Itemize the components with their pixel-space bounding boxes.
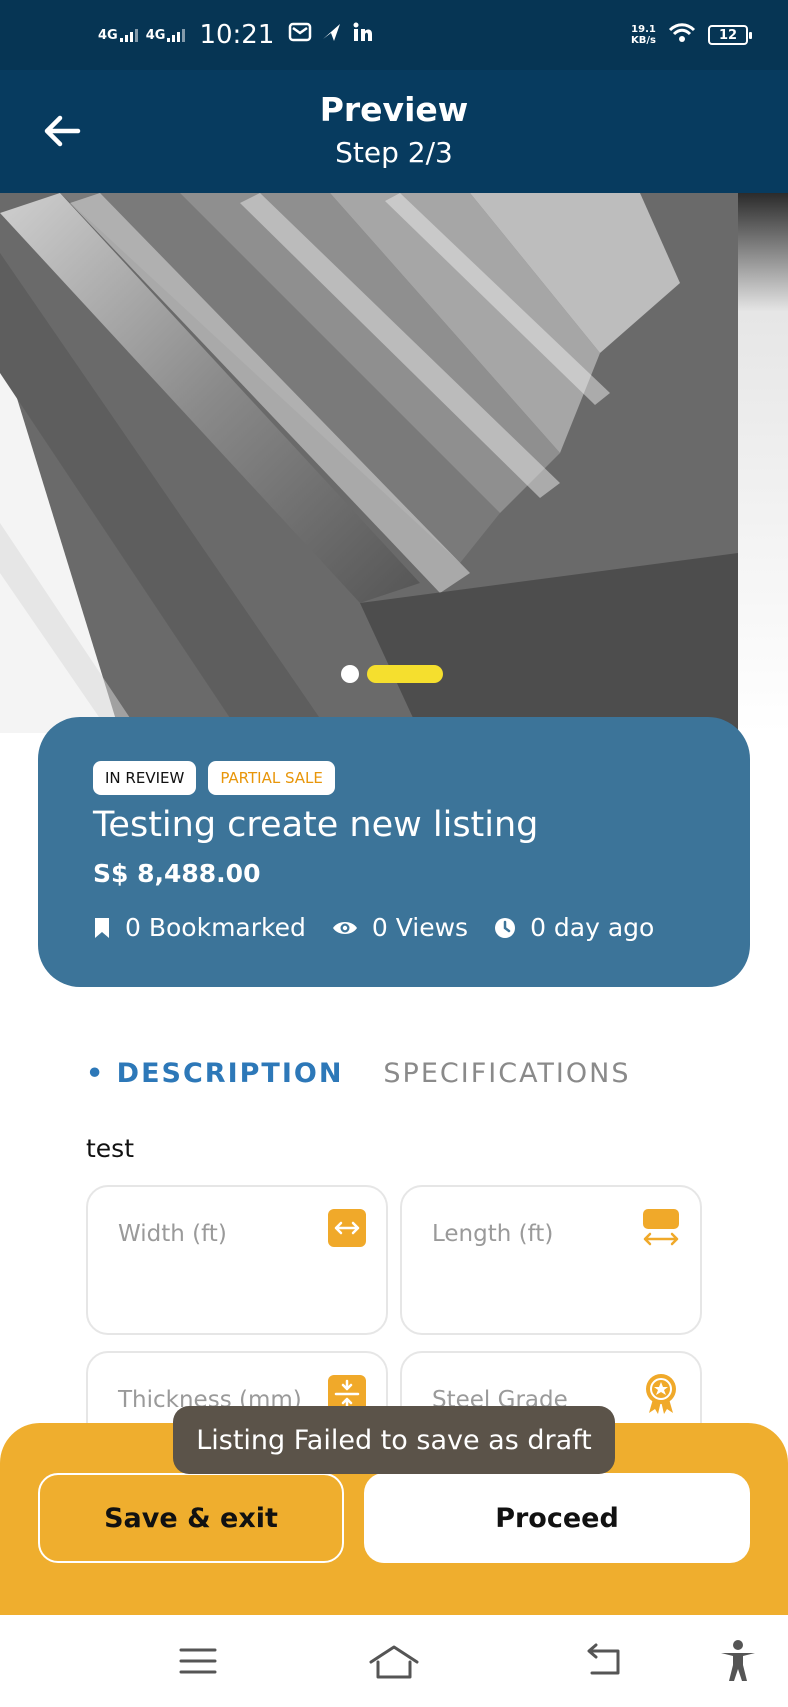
menu-nav-button[interactable] xyxy=(168,1635,228,1687)
carousel-dot-active[interactable] xyxy=(367,665,443,683)
save-exit-button[interactable]: Save & exit xyxy=(38,1473,344,1563)
error-toast: Listing Failed to save as draft xyxy=(173,1406,615,1474)
listing-summary-card: IN REVIEW PARTIAL SALE Testing create ne… xyxy=(38,717,750,987)
next-photo-preview[interactable] xyxy=(738,193,788,733)
net-speed-unit: KB/s xyxy=(631,35,656,46)
net-speed-value: 19.1 xyxy=(631,24,656,35)
carousel-dot[interactable] xyxy=(341,665,359,683)
accessibility-nav-button[interactable] xyxy=(708,1635,768,1687)
back-nav-button[interactable] xyxy=(572,1635,632,1687)
proceed-button[interactable]: Proceed xyxy=(364,1473,750,1563)
listing-title: Testing create new listing xyxy=(93,805,539,845)
wifi-icon xyxy=(668,22,696,48)
listing-price: S$ 8,488.00 xyxy=(93,859,261,888)
carousel-indicator xyxy=(341,665,443,683)
award-badge-icon xyxy=(640,1373,682,1415)
page-title: Preview xyxy=(319,90,469,129)
bookmark-icon xyxy=(95,917,109,938)
signal-icon: 4G xyxy=(98,28,138,43)
network-type-label: 4G xyxy=(145,27,166,43)
length-spec[interactable]: Length (ft) xyxy=(400,1185,702,1335)
menu-icon xyxy=(179,1648,217,1674)
status-right: 19.1 KB/s 12 xyxy=(631,0,752,70)
step-indicator: Step 2/3 xyxy=(335,136,453,169)
battery-icon: 12 xyxy=(708,25,752,45)
description-text: test xyxy=(86,1134,135,1163)
width-arrows-icon xyxy=(326,1207,368,1249)
signal-icon: 4G xyxy=(146,28,186,43)
listing-age: 0 day ago xyxy=(530,913,655,942)
views-count: 0 Views xyxy=(371,913,469,942)
detail-tabs: • DESCRIPTION SPECIFICATIONS xyxy=(86,1058,630,1089)
app-bar: Preview Step 2/3 xyxy=(0,70,788,193)
send-icon xyxy=(320,21,344,49)
bookmark-stat: 0 Bookmarked xyxy=(93,913,306,942)
linkedin-icon xyxy=(352,21,374,49)
age-stat: 0 day ago xyxy=(494,913,654,942)
eye-icon xyxy=(332,921,357,934)
home-nav-button[interactable] xyxy=(364,1635,424,1687)
width-spec[interactable]: Width (ft) xyxy=(86,1185,388,1335)
steel-angle-bars-image xyxy=(0,193,738,733)
status-badge-in-review: IN REVIEW xyxy=(93,761,197,795)
listing-photo[interactable] xyxy=(0,193,738,733)
clock: 10:21 xyxy=(199,20,275,50)
width-label: Width (ft) xyxy=(118,1221,227,1247)
status-badge-partial-sale: PARTIAL SALE xyxy=(208,761,335,795)
home-icon xyxy=(369,1645,419,1679)
back-icon xyxy=(587,1643,620,1675)
tab-description[interactable]: • DESCRIPTION xyxy=(86,1058,343,1089)
clock-icon xyxy=(495,917,516,938)
length-arrows-icon xyxy=(640,1207,682,1249)
status-badges: IN REVIEW PARTIAL SALE xyxy=(93,761,335,795)
image-carousel[interactable] xyxy=(0,193,788,733)
listing-stats: 0 Bookmarked 0 Views 0 day ago xyxy=(93,913,654,942)
system-nav-bar xyxy=(0,1615,788,1707)
gmail-icon xyxy=(288,21,312,49)
tab-specifications[interactable]: SPECIFICATIONS xyxy=(383,1058,630,1089)
battery-level: 12 xyxy=(718,27,738,43)
bookmark-count: 0 Bookmarked xyxy=(125,913,306,942)
status-bar: 4G 4G 10:21 19.1 KB/s 12 xyxy=(0,0,788,70)
views-stat: 0 Views xyxy=(332,913,468,942)
status-left: 4G 4G 10:21 xyxy=(98,0,374,70)
toast-message: Listing Failed to save as draft xyxy=(196,1424,592,1456)
length-label: Length (ft) xyxy=(432,1221,554,1247)
network-type-label: 4G xyxy=(98,27,118,43)
accessibility-icon xyxy=(721,1640,755,1681)
net-speed: 19.1 KB/s xyxy=(631,24,656,46)
